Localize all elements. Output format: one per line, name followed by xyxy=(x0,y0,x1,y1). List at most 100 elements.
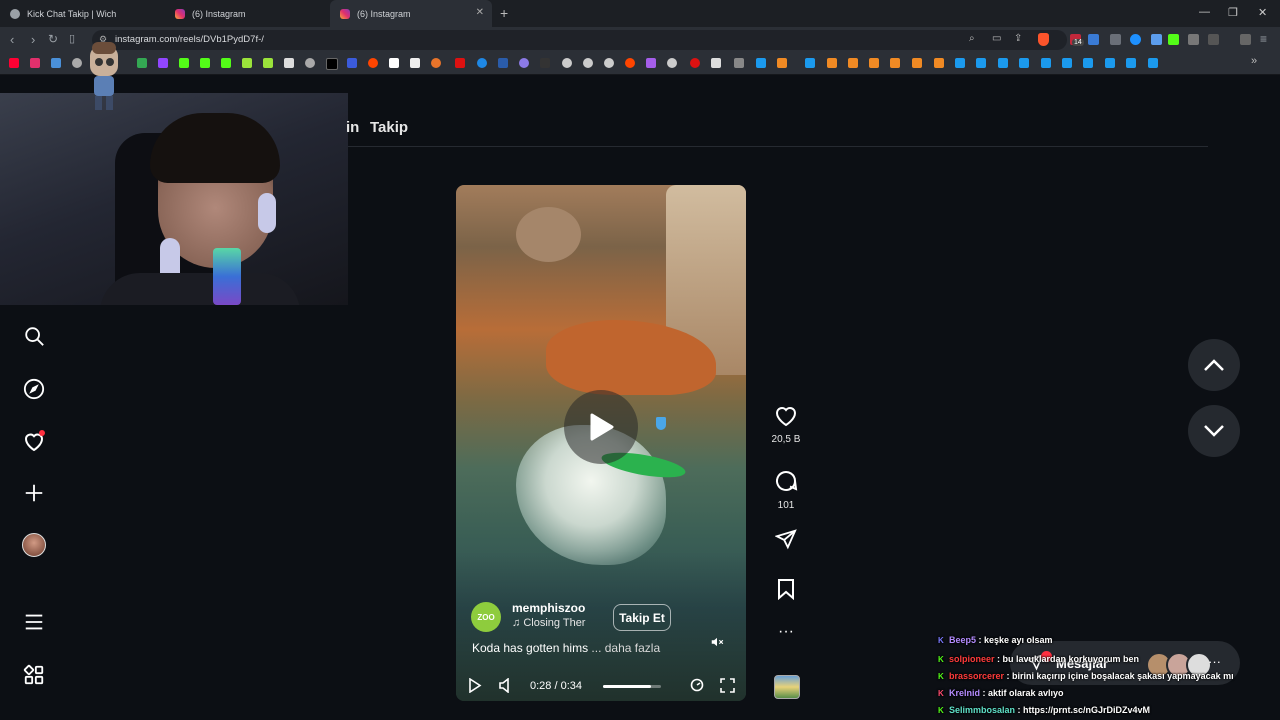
bookmark-icon[interactable] xyxy=(848,58,858,68)
tab-for-you[interactable]: in xyxy=(346,119,359,136)
bookmark-icon[interactable] xyxy=(540,58,550,68)
bookmark-icon[interactable] xyxy=(263,58,273,68)
bookmark-icon[interactable] xyxy=(690,58,700,68)
minimize-button[interactable]: — xyxy=(1199,6,1210,18)
steam-bookmark-icon[interactable] xyxy=(1083,58,1093,68)
tab-kick-chat[interactable]: Kick Chat Takip | Wich xyxy=(0,0,165,27)
bookmark-icon[interactable] xyxy=(72,58,82,68)
previous-reel-button[interactable] xyxy=(1188,339,1240,391)
also-from-meta-icon[interactable] xyxy=(22,663,46,687)
bookmark-icon[interactable] xyxy=(389,58,399,68)
steam-bookmark-icon[interactable] xyxy=(756,58,766,68)
reel-video[interactable]: ZOO memphiszoo ♫ Closing Ther Takip Et K… xyxy=(456,185,746,701)
steam-bookmark-icon[interactable] xyxy=(955,58,965,68)
bookmark-icon[interactable] xyxy=(455,58,465,68)
bookmark-icon[interactable] xyxy=(646,58,656,68)
extension-icon[interactable] xyxy=(1130,34,1141,45)
kick-bookmark-icon[interactable] xyxy=(200,58,210,68)
save-action[interactable] xyxy=(766,578,806,605)
close-tab-icon[interactable]: ✕ xyxy=(476,7,484,18)
steam-bookmark-icon[interactable] xyxy=(998,58,1008,68)
notifications-icon[interactable] xyxy=(22,429,46,453)
next-reel-button[interactable] xyxy=(1188,405,1240,457)
brave-shield-icon[interactable] xyxy=(1038,33,1049,46)
creator-username[interactable]: memphiszoo xyxy=(512,601,585,615)
bookmark-icon[interactable] xyxy=(431,58,441,68)
puzzle-icon[interactable] xyxy=(1188,34,1199,45)
search-icon[interactable] xyxy=(22,324,46,348)
reload-icon[interactable]: ↻ xyxy=(48,32,58,46)
share-icon[interactable]: ⇪ xyxy=(1014,33,1022,44)
reddit-bookmark-icon[interactable] xyxy=(368,58,378,68)
explore-icon[interactable] xyxy=(22,377,46,401)
url-text[interactable]: instagram.com/reels/DVb1PydD7f-/ xyxy=(115,34,264,45)
kick-bookmark-icon[interactable] xyxy=(221,58,231,68)
bookmark-icon[interactable] xyxy=(711,58,721,68)
youtube-bookmark-icon[interactable] xyxy=(9,58,19,68)
steam-bookmark-icon[interactable] xyxy=(1105,58,1115,68)
bookmark-icon[interactable] xyxy=(604,58,614,68)
bookmark-icon[interactable] xyxy=(890,58,900,68)
bookmark-icon[interactable] xyxy=(667,58,677,68)
tab-instagram-active[interactable]: (6) Instagram ✕ xyxy=(330,0,492,27)
tab-instagram-1[interactable]: (6) Instagram xyxy=(165,0,330,27)
forward-icon[interactable]: › xyxy=(31,32,35,47)
bookmark-icon[interactable] xyxy=(347,58,357,68)
sidebar-toggle-icon[interactable] xyxy=(1208,34,1219,45)
drive-bookmark-icon[interactable] xyxy=(137,58,147,68)
play-overlay-button[interactable] xyxy=(564,390,638,464)
bookmark-icon[interactable] xyxy=(242,58,252,68)
close-window-button[interactable]: ✕ xyxy=(1258,6,1267,19)
audio-track[interactable]: ♫ Closing Ther xyxy=(512,617,585,629)
extension-icon[interactable] xyxy=(1088,34,1099,45)
back-icon[interactable]: ‹ xyxy=(10,32,14,47)
create-icon[interactable] xyxy=(22,481,46,505)
steam-bookmark-icon[interactable] xyxy=(1126,58,1136,68)
bookmark-icon[interactable] xyxy=(562,58,572,68)
instagram-bookmark-icon[interactable] xyxy=(30,58,40,68)
follow-button[interactable]: Takip Et xyxy=(613,604,671,631)
like-action[interactable]: 20,5 B xyxy=(766,405,806,445)
bookmark-icon[interactable] xyxy=(583,58,593,68)
steam-bookmark-icon[interactable] xyxy=(805,58,815,68)
nba-bookmark-icon[interactable] xyxy=(498,58,508,68)
bookmark-icon[interactable] xyxy=(777,58,787,68)
anchor-bookmark-icon[interactable] xyxy=(284,58,294,68)
share-action[interactable] xyxy=(766,528,806,555)
tab-following[interactable]: Takip xyxy=(370,119,408,136)
bookmark-icon[interactable] xyxy=(869,58,879,68)
new-tab-button[interactable]: + xyxy=(500,5,508,21)
bookmark-icon[interactable]: ▯ xyxy=(69,32,75,45)
speed-icon[interactable] xyxy=(690,678,704,697)
bookmark-icon[interactable] xyxy=(827,58,837,68)
folder-icon[interactable] xyxy=(734,58,744,68)
zoom-icon[interactable]: ⌕ xyxy=(969,33,975,44)
twitch-bookmark-icon[interactable] xyxy=(158,58,168,68)
messages-more-icon[interactable]: ··· xyxy=(1208,654,1221,669)
muted-speaker-icon[interactable] xyxy=(710,635,724,652)
extension-icon[interactable] xyxy=(1110,34,1121,45)
steam-bookmark-icon[interactable] xyxy=(1062,58,1072,68)
steam-bookmark-icon[interactable] xyxy=(1041,58,1051,68)
creator-avatar[interactable]: ZOO xyxy=(471,602,501,632)
more-bookmarks-icon[interactable]: » xyxy=(1251,55,1257,67)
x-bookmark-icon[interactable] xyxy=(326,58,338,70)
more-options-icon[interactable]: ··· xyxy=(766,624,806,640)
extension-icon[interactable] xyxy=(1151,34,1162,45)
kick-bookmark-icon[interactable] xyxy=(179,58,189,68)
kick-extension-icon[interactable] xyxy=(1168,34,1179,45)
fullscreen-icon[interactable] xyxy=(720,678,735,698)
audio-thumbnail[interactable] xyxy=(774,675,800,699)
restore-button[interactable]: ❐ xyxy=(1228,6,1238,19)
bookmark-icon[interactable] xyxy=(934,58,944,68)
more-menu-icon[interactable] xyxy=(22,610,46,634)
caption-more-link[interactable]: ... daha fazla xyxy=(588,641,660,655)
comment-action[interactable]: 101 xyxy=(766,469,806,511)
steam-bookmark-icon[interactable] xyxy=(1019,58,1029,68)
steam-bookmark-icon[interactable] xyxy=(1148,58,1158,68)
bookmark-icon[interactable] xyxy=(410,58,420,68)
media-icon[interactable] xyxy=(1240,34,1251,45)
play-button[interactable] xyxy=(468,677,482,698)
steam-bookmark-icon[interactable] xyxy=(976,58,986,68)
url-bar[interactable]: ⚙ instagram.com/reels/DVb1PydD7f-/ ⌕ ▭ ⇪ xyxy=(92,30,1067,50)
